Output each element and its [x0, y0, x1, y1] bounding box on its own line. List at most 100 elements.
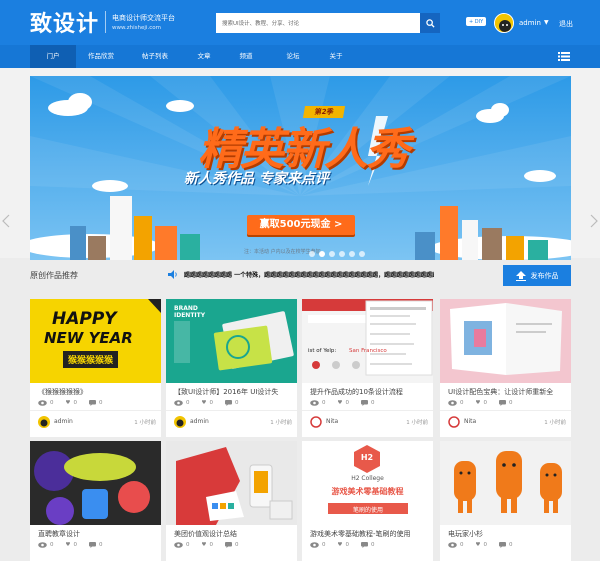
chevron-down-icon[interactable]: ▼ — [544, 19, 549, 26]
likes-count: 0 — [483, 400, 487, 406]
card-thumbnail[interactable] — [440, 299, 571, 383]
work-card[interactable]: H2 H2 College 游戏美术零基础教程 笔刷的使用 游戏美术零基础教程-… — [302, 441, 433, 561]
logo-divider — [105, 11, 107, 33]
views-stat: 0 — [448, 542, 464, 548]
site-logo[interactable]: 致设计 电商设计师交流平台 www.zhisheji.com — [30, 8, 175, 37]
eye-icon — [38, 400, 47, 406]
views-count: 0 — [50, 542, 54, 548]
carousel-dot[interactable] — [359, 251, 365, 257]
user-name[interactable]: admin — [519, 19, 541, 27]
logout-link[interactable]: 退出 — [559, 19, 573, 29]
card-thumbnail[interactable]: ist of Yelp: San Francisco — [302, 299, 433, 383]
card-title[interactable]: 美团价值观设计总结 — [174, 529, 292, 539]
heart-icon: ♥ — [337, 400, 343, 406]
user-avatar[interactable] — [494, 13, 514, 33]
carousel-dot[interactable] — [349, 251, 355, 257]
banner-cta-button[interactable]: 赢取500元现金 > — [247, 215, 355, 235]
likes-stat[interactable]: ♥ 0 — [338, 542, 349, 548]
heart-icon: ♥ — [201, 542, 207, 548]
views-count: 0 — [322, 542, 326, 548]
eye-icon — [448, 542, 457, 548]
work-card[interactable]: 电玩家小杉 0 ♥ 0 0 — [440, 441, 571, 561]
card-thumbnail[interactable] — [440, 441, 571, 525]
comments-stat[interactable]: 0 — [360, 542, 374, 548]
card-title[interactable]: 直聘教章设计 — [38, 529, 156, 539]
work-card[interactable]: UI设计配色宝典：让设计师重新全 0 ♥ 0 0 Nita 1 小时前 — [440, 299, 571, 437]
comments-stat[interactable]: 0 — [498, 400, 512, 406]
carousel-dot[interactable] — [329, 251, 335, 257]
likes-stat[interactable]: ♥ 0 — [202, 400, 213, 406]
work-card[interactable]: BRAND IDENTITY 【致UI设计师】2016年 UI设计失 0 ♥ 0 … — [166, 299, 297, 437]
likes-stat[interactable]: ♥ 0 — [66, 400, 77, 406]
likes-stat[interactable]: ♥ 0 — [202, 542, 213, 548]
card-thumbnail[interactable]: HAPPY NEW YEAR 猴猴猴猴猴 — [30, 299, 161, 383]
artwork-text-monkey: 猴猴猴猴猴 — [63, 351, 119, 368]
comment-icon — [224, 542, 232, 548]
card-thumbnail[interactable]: H2 H2 College 游戏美术零基础教程 笔刷的使用 — [302, 441, 433, 525]
comments-stat[interactable]: 0 — [88, 542, 102, 548]
comment-icon — [224, 400, 232, 406]
card-stats: 0 ♥ 0 0 — [310, 400, 428, 406]
author-name[interactable]: admin — [54, 418, 73, 425]
author-avatar[interactable] — [174, 416, 186, 428]
work-card[interactable]: HAPPY NEW YEAR 猴猴猴猴猴 《猴猴猴猴猴》 0 ♥ 0 0 admi… — [30, 299, 161, 437]
comments-stat[interactable]: 0 — [224, 542, 238, 548]
card-title[interactable]: 【致UI设计师】2016年 UI设计失 — [174, 387, 292, 397]
carousel-dot-active[interactable] — [319, 251, 325, 257]
work-card[interactable]: ist of Yelp: San Francisco 提升作品成功的10条设计流… — [302, 299, 433, 437]
author-name[interactable]: admin — [190, 418, 209, 425]
comments-stat[interactable]: 0 — [498, 542, 512, 548]
likes-count: 0 — [483, 542, 487, 548]
nav-item-forum[interactable]: 论坛 — [275, 45, 311, 68]
card-title[interactable]: 提升作品成功的10条设计流程 — [310, 387, 428, 397]
card-stats: 0 ♥ 0 0 — [310, 542, 428, 548]
card-title[interactable]: 电玩家小杉 — [448, 529, 566, 539]
publish-work-button[interactable]: 发布作品 — [503, 265, 571, 286]
author-name[interactable]: Nita — [326, 418, 338, 425]
work-card[interactable]: 美团价值观设计总结 0 ♥ 0 0 — [166, 441, 297, 561]
comment-icon — [360, 400, 368, 406]
author-avatar[interactable] — [38, 416, 50, 428]
nav-item-about[interactable]: 关于 — [318, 45, 354, 68]
diy-badge[interactable]: + DIY — [466, 17, 487, 26]
heart-icon: ♥ — [475, 542, 481, 548]
carousel-next-arrow-icon[interactable] — [590, 214, 598, 228]
author-avatar[interactable] — [448, 416, 460, 428]
search-input[interactable]: 搜索UI设计、教程、分享、讨论 — [216, 13, 420, 33]
banner-slide[interactable]: 第2季 精英新人秀 新人秀作品 专家来点评 赢取500元现金 > 注：本活动 户… — [30, 76, 571, 260]
comment-icon — [360, 542, 368, 548]
carousel-dot[interactable] — [339, 251, 345, 257]
work-card[interactable]: 直聘教章设计 0 ♥ 0 0 — [30, 441, 161, 561]
nav-item-articles[interactable]: 文章 — [186, 45, 222, 68]
card-thumbnail[interactable]: BRAND IDENTITY — [166, 299, 297, 383]
search-button[interactable] — [420, 13, 440, 33]
likes-stat[interactable]: ♥ 0 — [476, 400, 487, 406]
card-thumbnail[interactable] — [166, 441, 297, 525]
nav-item-posts[interactable]: 帖子列表 — [130, 45, 180, 68]
likes-stat[interactable]: ♥ 0 — [66, 542, 77, 548]
nav-item-portal[interactable]: 门户 — [30, 45, 76, 68]
card-title[interactable]: UI设计配色宝典：让设计师重新全 — [448, 387, 566, 397]
nav-item-works[interactable]: 作品欣赏 — [76, 45, 126, 68]
list-menu-icon[interactable] — [558, 52, 570, 61]
comments-stat[interactable]: 0 — [88, 400, 102, 406]
nav-item-channels[interactable]: 频道 — [228, 45, 264, 68]
likes-stat[interactable]: ♥ 0 — [338, 400, 349, 406]
views-stat: 0 — [310, 400, 326, 406]
views-count: 0 — [50, 400, 54, 406]
likes-stat[interactable]: ♥ 0 — [476, 542, 487, 548]
comments-stat[interactable]: 0 — [360, 400, 374, 406]
carousel-prev-arrow-icon[interactable] — [2, 214, 10, 228]
author-avatar[interactable] — [310, 416, 322, 428]
logo-tagline-url: www.zhisheji.com — [112, 25, 161, 31]
carousel-dot[interactable] — [309, 251, 315, 257]
card-thumbnail[interactable] — [30, 441, 161, 525]
comments-stat[interactable]: 0 — [224, 400, 238, 406]
card-title[interactable]: 游戏美术零基础教程-笔刷的使用 — [310, 529, 428, 539]
author-name[interactable]: Nita — [464, 418, 476, 425]
announcement-ticker[interactable]: 踢踢踢踢踢踢踢踢 一个特殊，踢踢踢踢踢踢踢踢踢踢踢踢踢踢踢踢踢踢踢，踢踢踢踢踢踢… — [184, 270, 434, 279]
card-stats: 0 ♥ 0 0 — [174, 542, 292, 548]
card-title[interactable]: 《猴猴猴猴猴》 — [38, 387, 156, 397]
likes-count: 0 — [209, 400, 213, 406]
likes-count: 0 — [345, 400, 349, 406]
